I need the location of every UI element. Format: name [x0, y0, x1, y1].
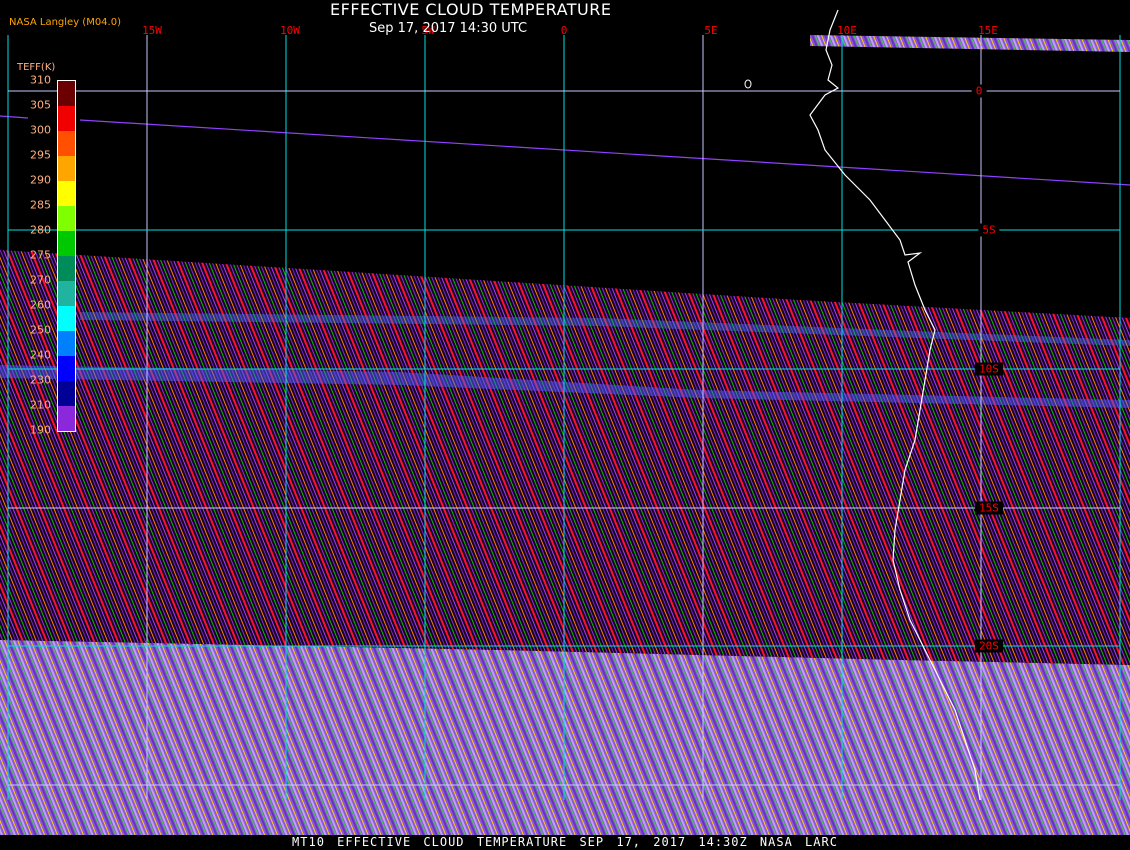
legend-color-swatch — [58, 256, 75, 281]
legend-tick-label: 310 — [30, 73, 51, 87]
legend-color-swatch — [58, 206, 75, 231]
legend-tick-label: 305 — [30, 98, 51, 112]
footer-caption: MT10 EFFECTIVE CLOUD TEMPERATURE SEP 17,… — [0, 835, 1130, 850]
longitude-label: 10W — [280, 24, 300, 37]
longitude-label: 10E — [837, 24, 857, 37]
legend-tick-label: 275 — [30, 248, 51, 262]
legend-color-swatch — [58, 381, 75, 406]
latitude-label: 0 — [971, 84, 987, 98]
legend-tick-label: 300 — [30, 123, 51, 137]
legend-color-swatch — [58, 156, 75, 181]
legend-tick-label: 270 — [30, 273, 51, 287]
legend-color-swatch — [58, 81, 75, 106]
legend-color-swatch — [58, 356, 75, 381]
legend-color-swatch — [58, 331, 75, 356]
latitude-label: 10S — [975, 362, 1003, 376]
legend-title: TEFF(K) — [17, 62, 56, 73]
legend-tick-label: 260 — [30, 298, 51, 312]
legend-color-swatch — [58, 131, 75, 156]
satellite-map — [0, 9, 1130, 835]
legend-tick-label: 230 — [30, 373, 51, 387]
longitude-label: 15E — [978, 24, 998, 37]
island-outline — [744, 79, 752, 89]
legend-tick-label: 295 — [30, 148, 51, 162]
latitude-label: 20S — [975, 639, 1003, 653]
legend-tick-label: 290 — [30, 173, 51, 187]
orbit-track-line — [79, 119, 1130, 186]
longitude-label: 5E — [704, 24, 718, 37]
longitude-label: 15W — [142, 24, 162, 37]
legend-tick-label: 280 — [30, 223, 51, 237]
latitude-label: 15S — [975, 501, 1003, 515]
legend-color-swatch — [58, 231, 75, 256]
map-datetime: Sep 17, 2017 14:30 UTC — [369, 21, 528, 36]
legend-color-swatch — [58, 406, 75, 431]
legend-color-swatch — [58, 306, 75, 331]
legend-color-swatch — [58, 281, 75, 306]
legend-color-swatch — [58, 106, 75, 131]
legend-color-swatch — [58, 181, 75, 206]
legend-tick-label: 210 — [30, 398, 51, 412]
cloud-field — [0, 35, 1130, 835]
producer-label: NASA Langley (M04.0) — [9, 17, 121, 28]
longitude-label: 0 — [560, 24, 568, 37]
latitude-label: 5S — [978, 223, 1000, 237]
legend-tick-label: 190 — [30, 423, 51, 437]
legend-tick-label: 285 — [30, 198, 51, 212]
legend-tick-label: 250 — [30, 323, 51, 337]
color-legend-bar — [57, 80, 76, 432]
legend-tick-label: 240 — [30, 348, 51, 362]
map-title: EFFECTIVE CLOUD TEMPERATURE — [330, 0, 612, 19]
